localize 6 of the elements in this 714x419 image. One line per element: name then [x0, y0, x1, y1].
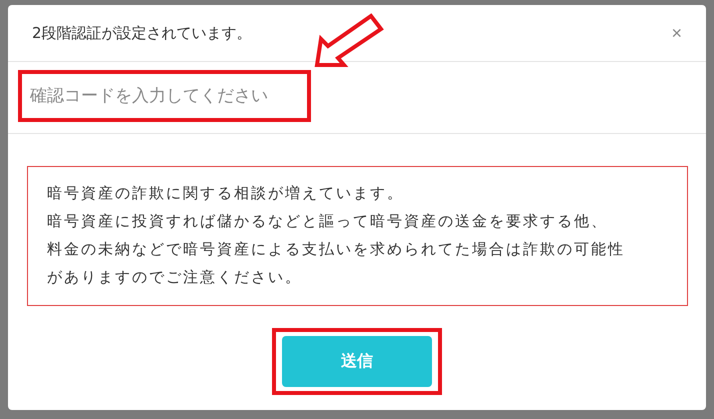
warning-notice: 暗号資産の詐欺に関する相談が増えています。 暗号資産に投資すれば儲かるなどと謳って暗号資産の送金を要求する他、 料金の未納などで暗号資産による支払いを求められてた場合は詐欺の可能性がありますのでご注意ください。 [47, 183, 626, 288]
code-input-field[interactable]: 確認コードを入力してください [18, 70, 311, 122]
close-button[interactable]: × [667, 22, 686, 44]
arrow-icon [313, 13, 385, 69]
submit-button[interactable]: 送信 [282, 336, 432, 387]
dialog-title: 2段階認証が設定されています。 [32, 24, 252, 42]
